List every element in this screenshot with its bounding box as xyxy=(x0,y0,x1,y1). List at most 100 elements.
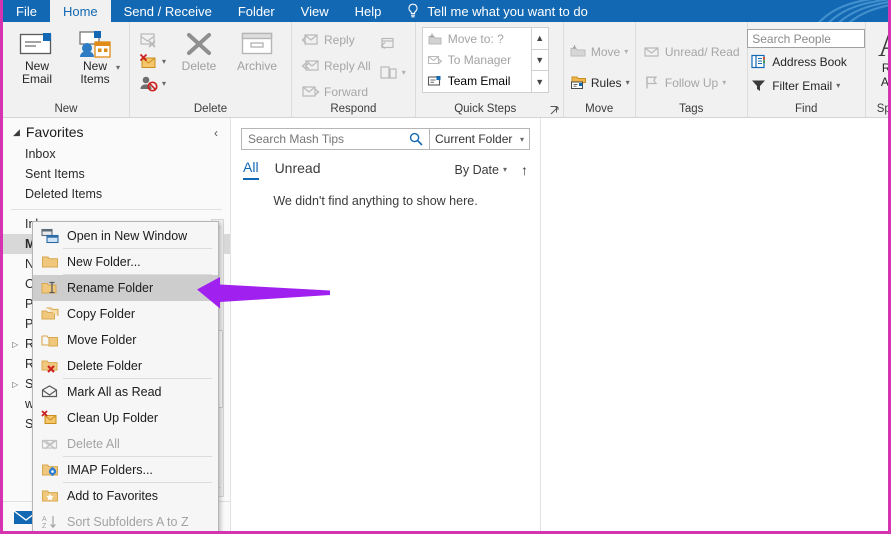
chevron-down-icon[interactable]: ▾ xyxy=(520,135,524,144)
quick-step-to-manager[interactable]: To Manager xyxy=(423,50,531,71)
ribbon-group-speech-title: Speech xyxy=(872,103,891,117)
junk-button[interactable]: ▾ xyxy=(136,51,169,72)
chevron-down-icon[interactable]: ▾ xyxy=(503,165,507,174)
reply-label: Reply xyxy=(324,33,355,47)
filter-email-label: Filter Email xyxy=(772,79,832,93)
ribbon-group-move: Move ▾ Rules ▾ Move xyxy=(563,22,635,117)
context-menu-item-sort-subfolders: AZ Sort Subfolders A to Z xyxy=(33,509,218,534)
scroll-more-icon[interactable]: ▼ xyxy=(532,71,548,92)
sidebar-item-sent-items[interactable]: Sent Items xyxy=(3,164,230,184)
search-people-input[interactable]: Search People xyxy=(747,29,865,48)
chevron-down-icon[interactable]: ▾ xyxy=(116,61,120,74)
scroll-down-icon[interactable]: ▼ xyxy=(532,50,548,72)
context-menu-item-copy-folder[interactable]: Copy Folder xyxy=(33,301,218,327)
expand-triangle-icon[interactable]: ▷ xyxy=(12,380,18,389)
tab-folder[interactable]: Folder xyxy=(225,0,288,22)
tab-home[interactable]: Home xyxy=(50,0,111,22)
chevron-left-icon[interactable]: ‹ xyxy=(214,126,218,140)
context-menu-item-delete-folder[interactable]: Delete Folder xyxy=(33,353,218,379)
context-menu-item-open-in-new-window[interactable]: Open in New Window xyxy=(33,223,218,249)
read-aloud-icon: A xyxy=(876,28,891,60)
sort-by-date-button[interactable]: By Date ▾ xyxy=(455,163,507,177)
chevron-down-icon[interactable]: ▾ xyxy=(836,81,840,90)
tab-help[interactable]: Help xyxy=(342,0,395,22)
move-button[interactable]: Move ▾ xyxy=(566,41,633,62)
chevron-down-icon[interactable]: ▾ xyxy=(722,78,726,87)
tab-send-receive[interactable]: Send / Receive xyxy=(111,0,225,22)
meeting-button[interactable] xyxy=(376,33,409,54)
reply-button[interactable]: Reply xyxy=(298,29,374,50)
address-book-label: Address Book xyxy=(772,55,847,69)
chevron-down-icon[interactable]: ▾ xyxy=(402,68,406,77)
new-items-label: New Items xyxy=(80,60,109,86)
search-input[interactable]: Search Mash Tips xyxy=(241,128,430,150)
pane-separator xyxy=(11,209,222,210)
search-row: Search Mash Tips Current Folder ▾ xyxy=(231,118,540,150)
context-menu-item-imap-folders[interactable]: IMAP Folders... xyxy=(33,457,218,483)
quick-steps-dialog-launcher[interactable] xyxy=(550,106,559,115)
context-menu-label: Rename Folder xyxy=(62,281,153,295)
quick-step-move-to[interactable]: Move to: ? xyxy=(423,29,531,50)
new-email-button[interactable]: New Email xyxy=(9,27,65,86)
context-menu-item-new-folder[interactable]: New Folder... xyxy=(33,249,218,275)
tab-home-label: Home xyxy=(63,5,98,18)
tab-unread[interactable]: Unread xyxy=(275,160,321,179)
search-icon[interactable] xyxy=(409,132,423,146)
reply-all-button[interactable]: Reply All xyxy=(298,55,374,76)
unread-read-button[interactable]: Unread/ Read xyxy=(640,41,743,62)
follow-up-button[interactable]: Follow Up ▾ xyxy=(640,72,743,93)
quick-steps-scroll[interactable]: ▲ ▼ ▼ xyxy=(532,27,549,93)
ignore-button[interactable] xyxy=(136,29,169,50)
rules-button[interactable]: Rules ▾ xyxy=(566,72,633,93)
arrow-up-icon[interactable]: ↑ xyxy=(521,162,528,178)
context-menu-item-clean-up-folder[interactable]: Clean Up Folder xyxy=(33,405,218,431)
expand-triangle-icon[interactable]: ▷ xyxy=(12,340,18,349)
filter-email-button[interactable]: Filter Email ▾ xyxy=(747,75,843,96)
context-menu-item-mark-all-as-read[interactable]: Mark All as Read xyxy=(33,379,218,405)
tab-help-label: Help xyxy=(355,5,382,18)
tab-folder-label: Folder xyxy=(238,5,275,18)
context-menu-item-rename-folder[interactable]: Rename Folder xyxy=(33,275,218,301)
chevron-down-icon[interactable]: ▾ xyxy=(162,57,166,66)
new-items-icon xyxy=(76,30,114,58)
address-book-button[interactable]: Address Book xyxy=(747,51,850,72)
new-items-button[interactable]: New Items ▾ xyxy=(67,27,123,86)
quick-step-team-email-label: Team Email xyxy=(448,74,511,88)
sidebar-item-inbox[interactable]: Inbox xyxy=(3,144,230,164)
scroll-up-icon[interactable]: ▲ xyxy=(532,28,548,50)
sidebar-item-deleted-items[interactable]: Deleted Items xyxy=(3,184,230,204)
mark-all-read-icon xyxy=(38,384,62,400)
tab-view[interactable]: View xyxy=(288,0,342,22)
archive-button[interactable]: Archive xyxy=(229,27,285,73)
tell-me-label: Tell me what you want to do xyxy=(427,4,587,19)
svg-text:A: A xyxy=(878,27,891,63)
block-sender-button[interactable]: ▾ xyxy=(136,73,169,94)
outlook-window: File Home Send / Receive Folder View Hel… xyxy=(0,0,891,534)
chevron-down-icon[interactable]: ▾ xyxy=(626,78,630,87)
search-input-placeholder: Search Mash Tips xyxy=(248,132,344,146)
quick-step-team-email[interactable]: Team Email xyxy=(423,71,531,92)
tab-file[interactable]: File xyxy=(3,0,50,22)
empty-state-message: We didn't find anything to show here. xyxy=(231,194,540,208)
new-email-icon xyxy=(18,30,56,58)
annotation-arrow xyxy=(196,276,331,310)
follow-up-flag-icon xyxy=(643,75,661,90)
delete-button[interactable]: Delete xyxy=(171,27,227,73)
quick-step-to-manager-label: To Manager xyxy=(448,53,511,67)
ribbon-group-tags: Unread/ Read Follow Up ▾ Tags xyxy=(635,22,747,117)
forward-button[interactable]: Forward xyxy=(298,81,374,102)
chevron-down-icon[interactable]: ▾ xyxy=(624,47,628,56)
rename-folder-icon xyxy=(38,280,62,296)
expand-triangle-icon[interactable]: ◢ xyxy=(13,127,20,138)
tab-all[interactable]: All xyxy=(243,159,259,180)
chevron-down-icon[interactable]: ▾ xyxy=(162,79,166,88)
more-respond-button[interactable]: ▾ xyxy=(376,62,409,83)
context-menu-item-move-folder[interactable]: Move Folder xyxy=(33,327,218,353)
favorites-label: Favorites xyxy=(26,124,84,140)
context-menu-item-add-to-favorites[interactable]: Add to Favorites xyxy=(33,483,218,509)
add-to-favorites-icon xyxy=(38,488,62,504)
favorites-header[interactable]: ◢ Favorites xyxy=(3,118,230,144)
unread-read-icon xyxy=(643,44,661,59)
search-scope-dropdown[interactable]: Current Folder ▾ xyxy=(430,128,530,150)
tell-me-box[interactable]: Tell me what you want to do xyxy=(394,0,587,22)
